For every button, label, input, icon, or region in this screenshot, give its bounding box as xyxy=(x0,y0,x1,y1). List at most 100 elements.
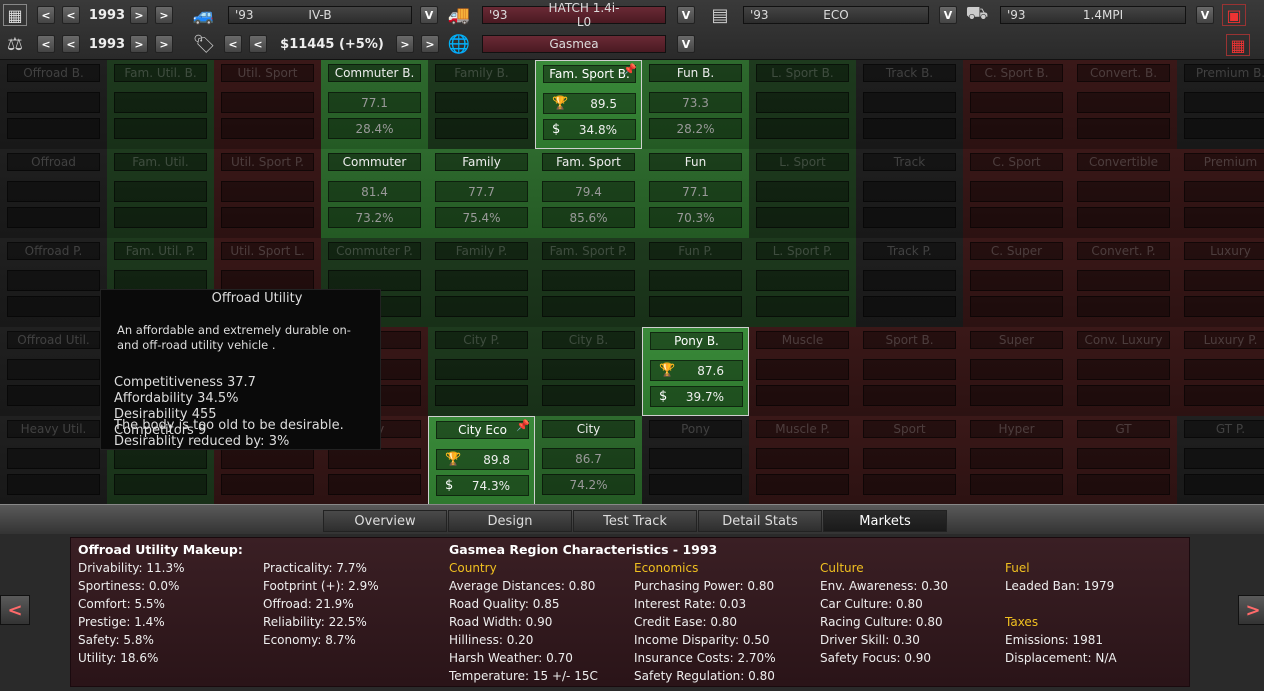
market-cell[interactable]: City 86.7 74.2% xyxy=(535,416,642,505)
market-cell[interactable]: Hyper xyxy=(963,416,1070,505)
market-cell[interactable]: Commuter 81.4 73.2% xyxy=(321,149,428,238)
pin-icon[interactable]: 📌 xyxy=(623,63,637,76)
market-cell[interactable]: Sport xyxy=(856,416,963,505)
market-cell[interactable]: Fam. Sport B. 📌 🏆 89.5 $34.8% xyxy=(535,60,642,149)
price-next-fast-button[interactable]: > xyxy=(421,35,439,53)
market-year-prev-fast-button[interactable]: < xyxy=(37,35,55,53)
market-cell[interactable]: Fun 77.1 70.3% xyxy=(642,149,749,238)
region-dropdown-button[interactable]: V xyxy=(677,35,695,53)
market-cell[interactable]: Fun P. xyxy=(642,238,749,327)
market-cell[interactable]: Premium xyxy=(1177,149,1264,238)
prev-market-button[interactable]: < xyxy=(0,595,30,625)
market-cell[interactable]: Util. Sport xyxy=(214,60,321,149)
market-cell[interactable]: Fam. Util. B. xyxy=(107,60,214,149)
price-prev-button[interactable]: < xyxy=(249,35,267,53)
market-cell[interactable]: Offroad B. xyxy=(0,60,107,149)
market-cell[interactable]: Premium B. xyxy=(1177,60,1264,149)
scales-icon: ⚖ xyxy=(6,33,24,55)
pin-icon[interactable]: 📌 xyxy=(516,419,530,432)
market-cell[interactable]: L. Sport xyxy=(749,149,856,238)
year-prev-button[interactable]: < xyxy=(62,6,80,24)
market-cell[interactable]: Offroad Util. xyxy=(0,327,107,416)
market-cell[interactable]: C. Sport xyxy=(963,149,1070,238)
market-cell[interactable]: Convert. B. xyxy=(1070,60,1177,149)
market-cell[interactable]: Pony B. 🏆 87.6 $39.7% xyxy=(642,327,749,416)
makeup-stat: Safety: 5.8% xyxy=(78,633,154,647)
market-cell[interactable]: Convertible xyxy=(1070,149,1177,238)
market-year-next-button[interactable]: > xyxy=(130,35,148,53)
next-market-button[interactable]: > xyxy=(1238,595,1264,625)
tab-detail-stats[interactable]: Detail Stats xyxy=(698,510,822,532)
market-cell-label: Util. Sport P. xyxy=(221,153,314,171)
trim-select[interactable]: '93 ECO xyxy=(743,6,929,24)
market-cell[interactable]: Convert. P. xyxy=(1070,238,1177,327)
market-cell[interactable]: Commuter B. 77.1 28.4% xyxy=(321,60,428,149)
engine-select[interactable]: '93 1.4MPI xyxy=(1000,6,1186,24)
market-cell[interactable]: C. Sport B. xyxy=(963,60,1070,149)
market-cell[interactable]: Luxury P. xyxy=(1177,327,1264,416)
market-cell[interactable]: Fam. Sport P. xyxy=(535,238,642,327)
market-cell-label: Util. Sport xyxy=(221,64,314,82)
market-cell[interactable]: Super xyxy=(963,327,1070,416)
market-cell[interactable]: Track P. xyxy=(856,238,963,327)
market-cell[interactable]: L. Sport B. xyxy=(749,60,856,149)
market-cell[interactable]: City B. xyxy=(535,327,642,416)
grid-icon[interactable]: ▦ xyxy=(1226,34,1250,56)
chassis-select[interactable]: '93 IV-B xyxy=(228,6,412,24)
market-cell[interactable]: Family 77.7 75.4% xyxy=(428,149,535,238)
market-cell-share xyxy=(1184,118,1264,139)
market-cell[interactable]: Offroad xyxy=(0,149,107,238)
market-cell[interactable]: C. Super xyxy=(963,238,1070,327)
region-select[interactable]: Gasmea xyxy=(482,35,666,53)
trim-dropdown-button[interactable]: V xyxy=(939,6,957,24)
market-cell[interactable]: Family B. xyxy=(428,60,535,149)
market-year-next-fast-button[interactable]: > xyxy=(155,35,173,53)
market-cell[interactable]: Offroad P. xyxy=(0,238,107,327)
price-next-button[interactable]: > xyxy=(396,35,414,53)
market-cell[interactable]: Util. Sport P. xyxy=(214,149,321,238)
body-dropdown-button[interactable]: V xyxy=(677,6,695,24)
market-cell[interactable]: Fam. Util. xyxy=(107,149,214,238)
tab-markets[interactable]: Markets xyxy=(823,510,947,532)
market-cell[interactable]: Sport B. xyxy=(856,327,963,416)
market-cell-label: C. Sport xyxy=(970,153,1063,171)
market-cell-share xyxy=(7,207,100,228)
market-year-prev-button[interactable]: < xyxy=(62,35,80,53)
market-cell-score xyxy=(1184,359,1264,380)
market-cell[interactable]: Muscle xyxy=(749,327,856,416)
market-cell[interactable]: City Eco 📌 🏆 89.8 $74.3% xyxy=(428,416,535,505)
market-cell[interactable]: Fam. Sport 79.4 85.6% xyxy=(535,149,642,238)
engine-dropdown-button[interactable]: V xyxy=(1196,6,1214,24)
tooltip-warning: The body is too old to be desirable. Des… xyxy=(114,418,344,450)
market-cell[interactable]: City P. xyxy=(428,327,535,416)
calendar-icon[interactable]: ▦ xyxy=(3,4,27,26)
save-icon[interactable]: ▣ xyxy=(1222,4,1246,26)
market-cell-share xyxy=(1184,385,1264,406)
body-select[interactable]: '93 HATCH 1.4i-L0 xyxy=(482,1,666,29)
market-cell-score xyxy=(649,448,742,469)
year-next-fast-button[interactable]: > xyxy=(155,6,173,24)
market-cell[interactable]: Fun B. 73.3 28.2% xyxy=(642,60,749,149)
market-cell[interactable]: Family P. xyxy=(428,238,535,327)
makeup-stat: Utility: 18.6% xyxy=(78,651,159,665)
year-prev-fast-button[interactable]: < xyxy=(37,6,55,24)
tab-test-track[interactable]: Test Track xyxy=(573,510,697,532)
chassis-dropdown-button[interactable]: V xyxy=(420,6,438,24)
market-cell[interactable]: GT xyxy=(1070,416,1177,505)
market-cell[interactable]: Muscle P. xyxy=(749,416,856,505)
tab-overview[interactable]: Overview xyxy=(323,510,447,532)
price-prev-fast-button[interactable]: < xyxy=(224,35,242,53)
tab-design[interactable]: Design xyxy=(448,510,572,532)
bottom-section: < > Offroad Utility Makeup: Drivability: … xyxy=(0,534,1264,691)
market-cell[interactable]: Luxury xyxy=(1177,238,1264,327)
market-cell[interactable]: GT P. xyxy=(1177,416,1264,505)
market-cell[interactable]: Conv. Luxury xyxy=(1070,327,1177,416)
market-cell[interactable]: Pony xyxy=(642,416,749,505)
market-cell[interactable]: Track xyxy=(856,149,963,238)
market-cell[interactable]: Track B. xyxy=(856,60,963,149)
year-next-button[interactable]: > xyxy=(130,6,148,24)
market-cell-share xyxy=(1184,207,1264,228)
market-cell[interactable]: L. Sport P. xyxy=(749,238,856,327)
market-cell[interactable]: Heavy Util. xyxy=(0,416,107,505)
market-cell-label: Convert. P. xyxy=(1077,242,1170,260)
